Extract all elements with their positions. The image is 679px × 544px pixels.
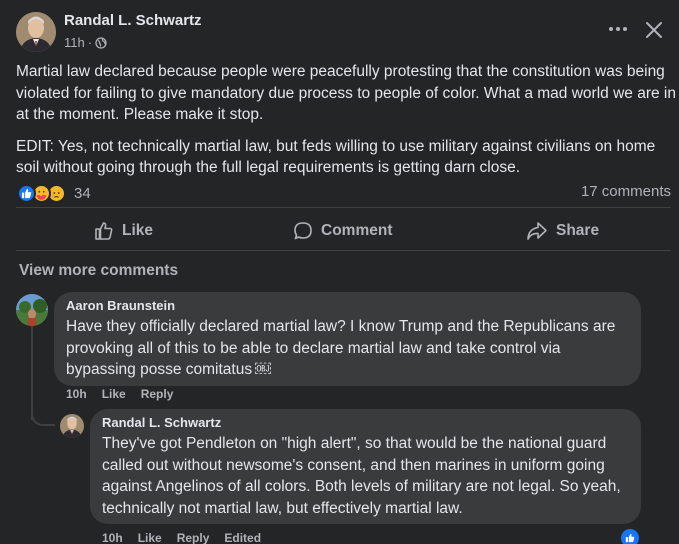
commenter-avatar[interactable] [16, 294, 48, 326]
meta-separator: · [87, 35, 93, 50]
more-dots-icon [609, 27, 627, 31]
close-button[interactable] [640, 16, 668, 44]
reply-edited-label[interactable]: Edited [224, 531, 261, 544]
share-label: Share [556, 222, 600, 239]
comment-author-name[interactable]: Aaron Braunstein [66, 298, 629, 314]
reaction-count: 34 [74, 184, 91, 202]
comment-bubble: Aaron Braunstein Have they officially de… [54, 292, 641, 386]
like-button[interactable]: Like [94, 218, 153, 244]
author-avatar[interactable] [16, 12, 56, 52]
divider-top [16, 207, 671, 208]
comment-bubble-icon [294, 222, 312, 240]
reaction-summary[interactable]: 34 [17, 182, 91, 204]
comment-button[interactable]: Comment [293, 218, 392, 244]
comment-like-button[interactable]: Like [102, 387, 126, 401]
globe-icon[interactable] [95, 36, 107, 49]
reply-like-badge[interactable] [621, 529, 639, 544]
reply-time[interactable]: 10h [102, 531, 123, 544]
more-options-button[interactable] [604, 17, 632, 41]
close-icon [646, 22, 662, 38]
reply-actions: 10h Like Reply Edited [102, 531, 276, 544]
comment-time[interactable]: 10h [66, 387, 87, 401]
reply-text: They've got Pendleton on "high alert", s… [102, 435, 621, 517]
like-label: Like [122, 222, 154, 239]
thread-connector [31, 400, 55, 426]
divider-bottom [16, 250, 671, 251]
comment-reply-button[interactable]: Reply [141, 387, 174, 401]
comment-text: Have they officially declared martial la… [66, 318, 616, 378]
reply-author-avatar[interactable] [60, 414, 84, 438]
post-paragraph: Martial law declared because people were… [16, 63, 676, 123]
reply-like-button[interactable]: Like [138, 531, 162, 544]
reply-bubble: Randal L. Schwartz They've got Pendleton… [90, 409, 641, 524]
comment-actions: 10h Like Reply [66, 387, 188, 401]
view-more-comments-link[interactable]: View more comments [19, 262, 178, 280]
post-time[interactable]: 11h [64, 35, 85, 50]
post-meta: 11h · [64, 35, 107, 50]
share-arrow-icon [527, 222, 547, 240]
reply-reply-button[interactable]: Reply [177, 531, 210, 544]
share-button[interactable]: Share [526, 218, 599, 244]
post-body: Martial law declared because people were… [16, 61, 676, 189]
post-author-name[interactable]: Randal L. Schwartz [64, 12, 202, 29]
like-icon [625, 533, 635, 543]
post-paragraph-edit: EDIT: Yes, not technically martial law, … [16, 137, 656, 177]
reply-author-name[interactable]: Randal L. Schwartz [102, 415, 629, 431]
facebook-post: Randal L. Schwartz 11h · Martial law dec… [0, 0, 679, 544]
thumbs-up-icon [95, 222, 113, 240]
comment-label: Comment [321, 222, 393, 239]
like-icon [17, 183, 36, 203]
comment-count-link[interactable]: 17 comments [581, 183, 671, 200]
